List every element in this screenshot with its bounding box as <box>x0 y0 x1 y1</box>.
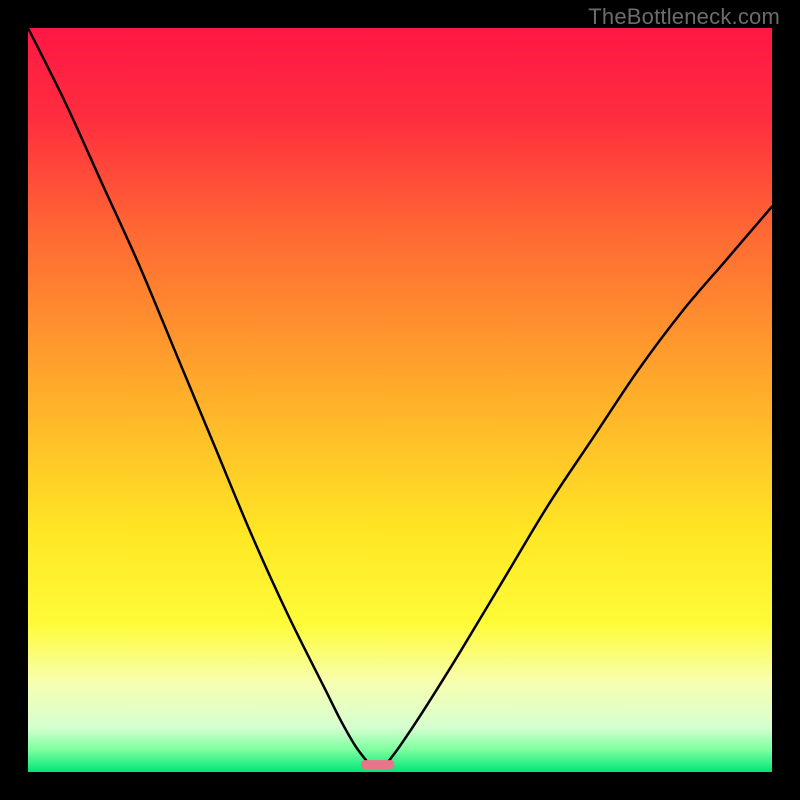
chart-frame: TheBottleneck.com <box>0 0 800 800</box>
watermark-text: TheBottleneck.com <box>588 4 780 30</box>
optimum-marker <box>361 760 394 769</box>
bottleneck-chart <box>0 0 800 800</box>
plot-background <box>28 28 772 772</box>
